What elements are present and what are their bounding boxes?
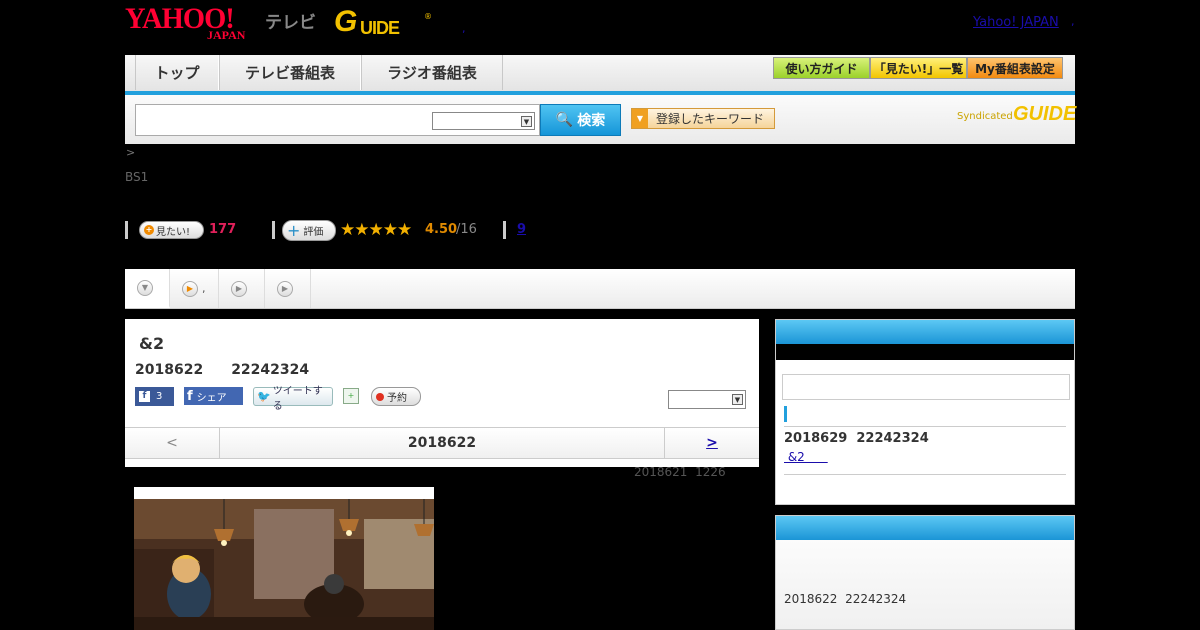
play-icon: ▶ xyxy=(182,280,198,297)
update-timestamp: 2018621 1226 xyxy=(634,465,726,479)
program-title: &2 xyxy=(139,334,165,353)
usage-guide-button[interactable]: 使い方ガイド xyxy=(773,57,870,79)
search-button[interactable]: 🔍 検索 xyxy=(540,104,621,136)
side-panel-subheader xyxy=(776,344,1074,360)
program-datetime: 2018622 22242324 xyxy=(135,362,310,378)
tab-program-info[interactable]: ▼ xyxy=(125,269,170,308)
stat-divider xyxy=(272,221,275,239)
my-schedule-settings-button[interactable]: My番組表設定 xyxy=(967,57,1063,79)
reserve-label: 予約 xyxy=(387,393,407,404)
registered-keyword-label: 登録したキーワード xyxy=(656,112,765,126)
next-broadcast-datetime: 2018629 22242324 xyxy=(784,431,929,446)
facebook-icon: f xyxy=(139,391,150,402)
next-broadcast-title-link[interactable]: &2 xyxy=(784,450,828,464)
date-next-button[interactable]: > xyxy=(664,428,759,458)
yahoo-japan-subtext: JAPAN xyxy=(207,28,246,42)
gguide-logo[interactable]: G UIDE ® xyxy=(334,6,434,40)
program-tab-strip: ▼ ▶ , ▶ ▶ xyxy=(125,269,1075,309)
nav-tab-top[interactable]: トップ xyxy=(135,55,219,90)
divider xyxy=(784,474,1066,475)
search-button-label: 検索 xyxy=(577,113,606,129)
plus-icon: + xyxy=(287,220,301,240)
channel-name: BS1 xyxy=(125,170,149,184)
side-panel-next-broadcast: 2018629 22242324 &2 xyxy=(775,319,1075,505)
yahoo-japan-logo[interactable]: YAHOO! JAPAN xyxy=(125,4,261,43)
chevron-down-icon: ▼ xyxy=(732,394,743,405)
play-icon: ▶ xyxy=(277,280,293,297)
tweet-label: ツイートする xyxy=(272,385,323,412)
side-panel-header xyxy=(776,516,1074,540)
header-separator-right: , xyxy=(1071,15,1075,28)
tweet-button[interactable]: 🐦 ツイートする xyxy=(253,386,333,412)
side-section-accent xyxy=(784,406,787,422)
search-area: ▼ 🔍 検索 ▼ 登録したキーワード Syndicated GUIDE xyxy=(125,95,1077,144)
stat-divider xyxy=(125,221,128,239)
tab-2[interactable]: ▶ , xyxy=(170,269,219,308)
nav-tab-radio-schedule[interactable]: ラジオ番組表 xyxy=(361,55,503,90)
gguide-logo-g: G xyxy=(334,5,358,38)
rate-label: 評価 xyxy=(303,227,324,238)
program-detail-panel: &2 2018622 22242324 f 3 f シェア 🐦 ツイートする +… xyxy=(125,319,759,467)
syndicated-gguide-mark: GUIDE xyxy=(1013,103,1077,125)
rate-button[interactable]: + 評価 xyxy=(282,220,336,241)
facebook-like-count: 3 xyxy=(156,391,163,402)
header-separator: , xyxy=(462,22,466,35)
side-panel-related: 2018622 22242324 xyxy=(775,515,1075,630)
program-photo xyxy=(134,499,434,630)
syndicated-text: Syndicated xyxy=(957,111,1013,122)
rating-count: /16 xyxy=(456,222,477,237)
twitter-bird-icon: 🐦 xyxy=(257,390,271,403)
mitai-list-button[interactable]: 「見たい!」一覧 xyxy=(870,57,967,79)
tv-logo-text[interactable]: テレビ xyxy=(265,8,316,33)
tab-2-suffix: , xyxy=(202,282,206,295)
facebook-share-label: シェア xyxy=(196,392,227,404)
chevron-down-icon: ▼ xyxy=(137,279,153,296)
gguide-logo-rest: UIDE xyxy=(360,18,400,38)
yahoo-japan-link[interactable]: Yahoo! JAPAN xyxy=(973,15,1059,30)
mitai-button[interactable]: + 見たい! xyxy=(139,221,204,239)
facebook-share-button[interactable]: f シェア xyxy=(184,387,243,405)
mitai-count: 177 xyxy=(209,222,237,237)
nav-tab-tv-schedule[interactable]: テレビ番組表 xyxy=(219,55,361,90)
rating-value: 4.50 xyxy=(425,222,458,237)
tab-4[interactable]: ▶ xyxy=(265,269,311,308)
search-icon: 🔍 xyxy=(555,112,574,128)
search-box: ▼ xyxy=(135,104,540,136)
side-panel-header xyxy=(776,320,1074,344)
chevron-down-icon: ▼ xyxy=(521,116,532,127)
date-prev-button[interactable]: < xyxy=(125,428,220,458)
search-input[interactable] xyxy=(140,109,425,131)
gguide-registered-mark: ® xyxy=(424,12,432,21)
rating-stars-icon: ★★★★★ xyxy=(340,220,412,240)
registered-keyword-button[interactable]: ▼ 登録したキーワード xyxy=(631,108,775,129)
date-current: 2018622 xyxy=(407,435,477,451)
review-count-link[interactable]: 9 xyxy=(517,222,526,237)
triangle-down-icon: ▼ xyxy=(632,109,648,128)
date-navigation: < 2018622 > xyxy=(125,427,759,459)
divider xyxy=(784,426,1066,427)
reserve-button[interactable]: 予約 xyxy=(371,387,421,406)
record-dot-icon xyxy=(376,392,384,401)
stat-divider xyxy=(503,221,506,239)
breadcrumb[interactable]: > xyxy=(126,146,135,159)
side-search-field[interactable] xyxy=(782,374,1070,400)
program-action-select[interactable]: ▼ xyxy=(668,390,746,409)
related-broadcast-datetime: 2018622 22242324 xyxy=(784,592,907,606)
facebook-icon: f xyxy=(187,388,193,404)
main-nav-bar: トップ テレビ番組表 ラジオ番組表 使い方ガイド 「見たい!」一覧 My番組表設… xyxy=(125,55,1075,95)
mitai-label: 見たい! xyxy=(156,226,191,238)
tab-3[interactable]: ▶ xyxy=(219,269,265,308)
program-image xyxy=(134,487,434,630)
play-icon: ▶ xyxy=(231,280,247,297)
calendar-add-icon[interactable]: + xyxy=(343,388,359,404)
facebook-like-button[interactable]: f 3 xyxy=(135,387,174,406)
plus-icon: + xyxy=(144,225,154,235)
search-category-select[interactable]: ▼ xyxy=(432,112,535,130)
